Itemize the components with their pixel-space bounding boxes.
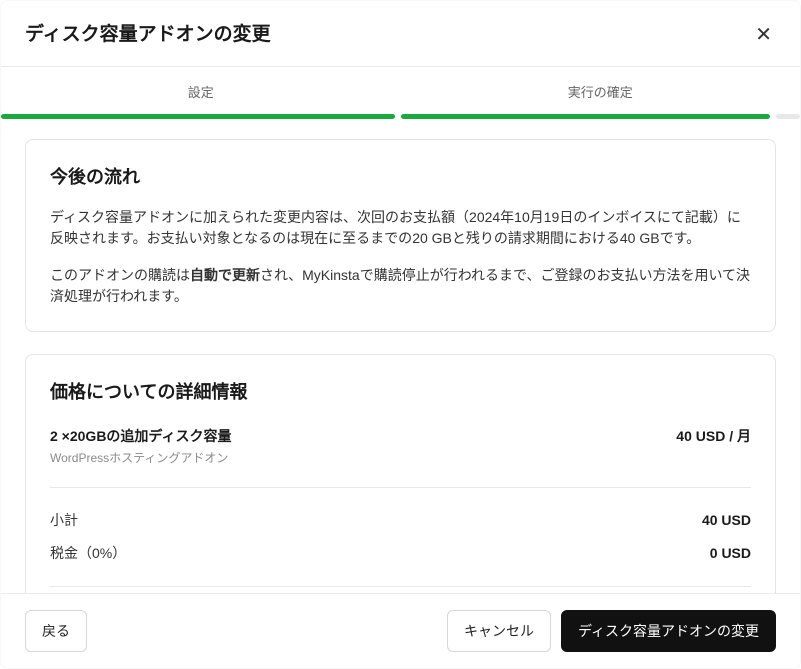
line-item-sub: WordPressホスティングアドオン [50, 449, 231, 467]
back-button[interactable]: 戻る [25, 610, 87, 652]
line-item-name: 20GBの追加ディスク容量 [70, 428, 232, 444]
tab-confirm[interactable]: 実行の確定 [401, 83, 801, 115]
cancel-button[interactable]: キャンセル [447, 610, 551, 652]
next-steps-card: 今後の流れ ディスク容量アドオンに加えられた変更内容は、次回のお支払額（2024… [25, 139, 776, 332]
modal: ディスク容量アドオンの変更 ✕ 設定 実行の確定 今後の流れ ディスク容量アドオ… [0, 0, 801, 669]
subtotal-row: 小計 40 USD [50, 504, 751, 537]
confirm-button[interactable]: ディスク容量アドオンの変更 [561, 610, 776, 652]
next-steps-heading: 今後の流れ [50, 164, 751, 191]
divider [50, 586, 751, 587]
tax-value: 0 USD [710, 543, 751, 564]
tab-settings[interactable]: 設定 [1, 83, 401, 115]
pricing-heading: 価格についての詳細情報 [50, 379, 751, 406]
line-item-qty: 2 × [50, 428, 70, 444]
subtotal-label: 小計 [50, 510, 78, 531]
modal-header: ディスク容量アドオンの変更 ✕ [1, 1, 800, 67]
next-steps-paragraph-2: このアドオンの購読は自動で更新され、MyKinstaで購読停止が行われるまで、ご… [50, 265, 751, 307]
close-button[interactable]: ✕ [751, 21, 776, 49]
next-steps-paragraph-1: ディスク容量アドオンに加えられた変更内容は、次回のお支払額（2024年10月19… [50, 207, 751, 249]
step-tabs: 設定 実行の確定 [1, 67, 800, 115]
tax-label: 税金（0%） [50, 543, 126, 564]
modal-body: 今後の流れ ディスク容量アドオンに加えられた変更内容は、次回のお支払額（2024… [1, 119, 800, 593]
subtotal-value: 40 USD [702, 510, 751, 531]
divider [50, 487, 751, 488]
pricing-card: 価格についての詳細情報 2 ×20GBの追加ディスク容量 WordPressホス… [25, 354, 776, 593]
line-item-price: 40 USD / 月 [676, 426, 751, 447]
line-item: 2 ×20GBの追加ディスク容量 WordPressホスティングアドオン 40 … [50, 422, 751, 471]
tax-row: 税金（0%） 0 USD [50, 537, 751, 570]
line-item-desc: 2 ×20GBの追加ディスク容量 WordPressホスティングアドオン [50, 426, 231, 467]
modal-footer: 戻る キャンセル ディスク容量アドオンの変更 [1, 593, 800, 668]
close-icon: ✕ [755, 24, 772, 46]
modal-title: ディスク容量アドオンの変更 [25, 21, 271, 50]
